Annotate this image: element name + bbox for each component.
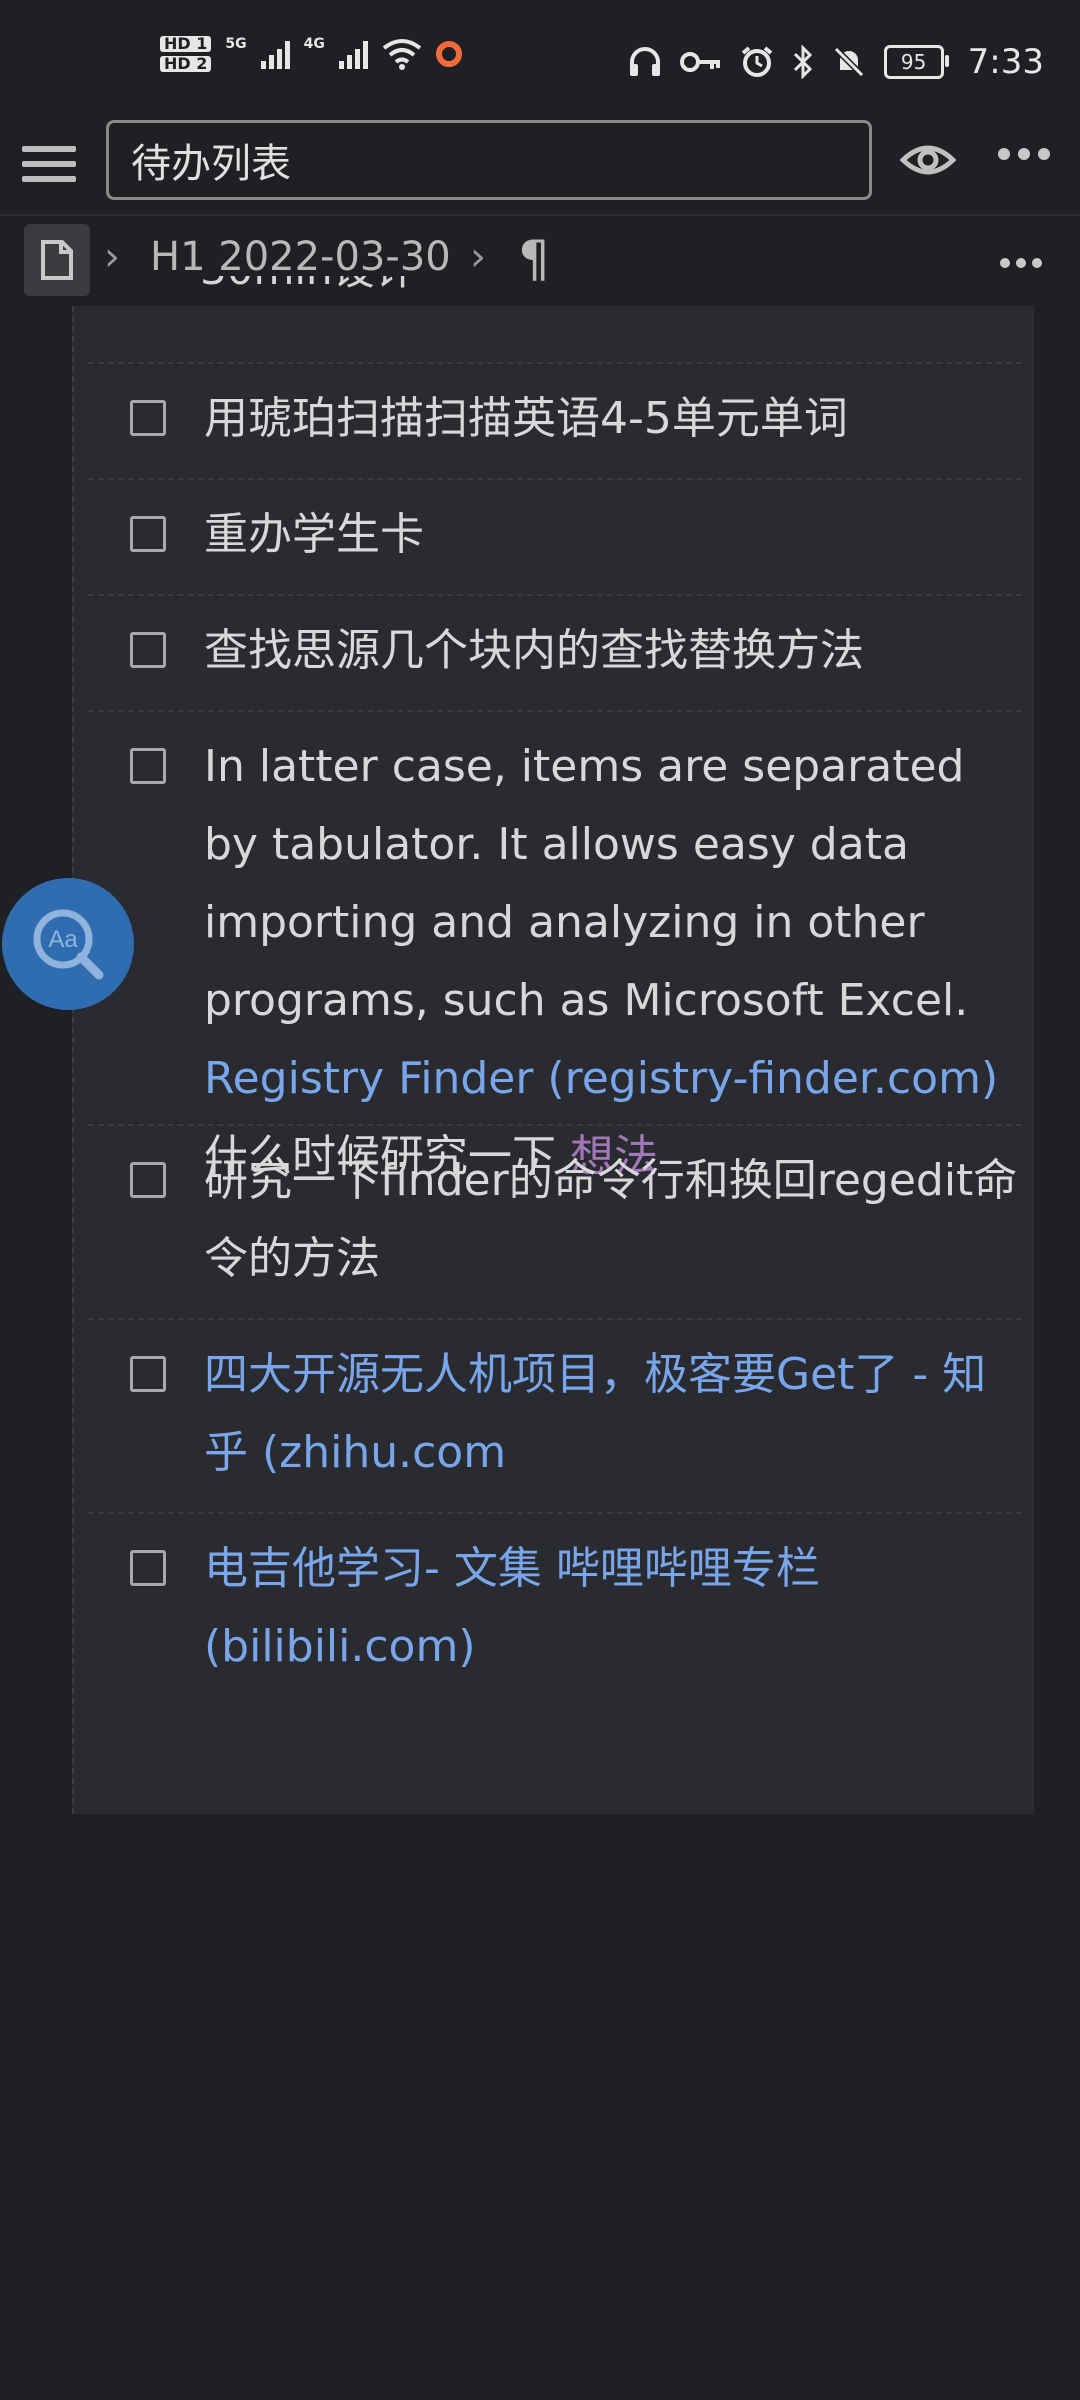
list-item: 电吉他学习- 文集 哔哩哔哩专栏 (bilibili.com) [88, 1512, 1022, 1712]
task-body-text: In latter case, items are separated by t… [204, 741, 969, 1026]
heading-level: H1 [150, 234, 206, 280]
clipped-task-label: 30min设计 [200, 276, 417, 294]
document-title-input[interactable]: 待办列表 [106, 120, 872, 200]
battery-icon: 95 [883, 45, 949, 79]
clock: 7:33 [967, 42, 1044, 82]
headphones-icon [629, 47, 660, 76]
breadcrumb: › H1 2022-03-30 › ¶ [0, 220, 1080, 304]
task-text[interactable]: 查找思源几个块内的查找替换方法 [204, 612, 1030, 690]
menu-icon[interactable] [22, 142, 76, 186]
task-text[interactable]: 研究一下finder的命令行和换回regedit命令的方法 [204, 1142, 1030, 1298]
document-icon[interactable] [24, 224, 90, 296]
task-checkbox[interactable] [130, 1356, 166, 1392]
hd1-label: HD 1 [160, 36, 212, 52]
clipped-task-text: 30min设计 [200, 276, 417, 306]
bilibili-link[interactable]: 电吉他学习- 文集 哔哩哔哩专栏 (bilibili.com) [204, 1530, 1030, 1686]
task-checkbox[interactable] [130, 1162, 166, 1198]
hd2-label: HD 2 [160, 56, 212, 72]
task-checkbox[interactable] [130, 632, 166, 668]
task-checkbox[interactable] [130, 516, 166, 552]
float-button-label: Aa [48, 926, 78, 953]
registry-finder-link[interactable]: Registry Finder (registry-finder.com) [204, 1053, 998, 1104]
task-checkbox[interactable] [130, 1550, 166, 1586]
todo-list-block: 用琥珀扫描扫描英语4-5单元单词 重办学生卡 查找思源几个块内的查找替换方法 I… [72, 306, 1034, 1814]
zhihu-link[interactable]: 四大开源无人机项目，极客要Get了 - 知乎 (zhihu.com [204, 1336, 1030, 1492]
list-item: 查找思源几个块内的查找替换方法 [88, 594, 1022, 712]
list-item [88, 306, 1022, 364]
task-checkbox[interactable] [130, 748, 166, 784]
status-bar: HD 1 HD 2 5G 4G 95 7:33 [0, 0, 1080, 120]
font-settings-button[interactable]: Aa [2, 878, 134, 1010]
record-icon [435, 41, 462, 67]
alarm-icon [741, 46, 772, 77]
top-toolbar: 待办列表 [0, 120, 1080, 210]
bluetooth-icon [793, 45, 812, 79]
list-item: 重办学生卡 [88, 478, 1022, 596]
text-search-icon: Aa [33, 909, 104, 980]
list-item: 用琥珀扫描扫描英语4-5单元单词 [88, 362, 1022, 480]
network-5g-label: 5G [225, 36, 247, 52]
chevron-right-icon: › [470, 234, 486, 280]
list-item: In latter case, items are separated by t… [88, 710, 1022, 1182]
eye-icon[interactable] [900, 138, 956, 182]
list-item: 研究一下finder的命令行和换回regedit命令的方法 [88, 1124, 1022, 1320]
task-text[interactable]: 重办学生卡 [204, 496, 1030, 574]
more-icon[interactable] [998, 148, 1050, 160]
toolbar-divider [0, 214, 1080, 216]
breadcrumb-heading[interactable]: H1 2022-03-30 [150, 234, 451, 280]
network-4g-label: 4G [303, 36, 325, 52]
signal-icon [338, 39, 368, 69]
signal-icon [260, 39, 290, 69]
chevron-right-icon: › [104, 234, 120, 280]
key-icon [679, 52, 720, 72]
hd-indicator: HD 1 HD 2 [160, 36, 212, 72]
wifi-icon [382, 39, 422, 70]
list-item: 四大开源无人机项目，极客要Get了 - 知乎 (zhihu.com [88, 1318, 1022, 1514]
paragraph-icon[interactable]: ¶ [518, 230, 550, 288]
task-checkbox[interactable] [130, 400, 166, 436]
breadcrumb-more-icon[interactable] [1000, 258, 1042, 268]
task-text[interactable]: 用琥珀扫描扫描英语4-5单元单词 [204, 380, 1030, 458]
mute-bell-icon [833, 46, 864, 78]
heading-text: 2022-03-30 [218, 234, 451, 280]
